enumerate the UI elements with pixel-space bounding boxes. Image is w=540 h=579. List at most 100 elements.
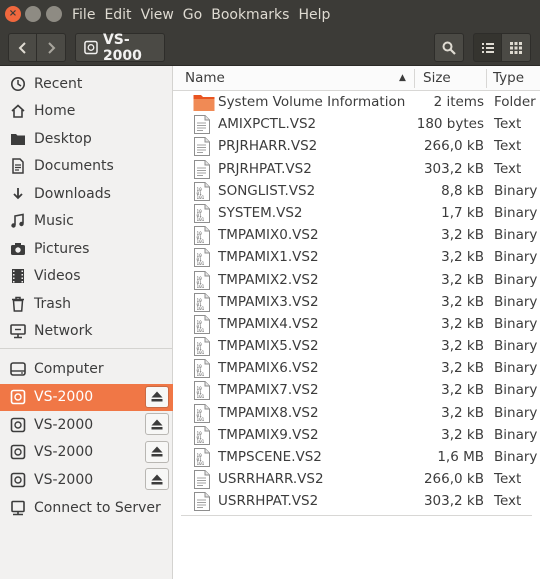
menu-help[interactable]: Help xyxy=(298,7,330,23)
sidebar-item-documents[interactable]: Documents xyxy=(0,153,173,180)
sidebar-item-downloads[interactable]: Downloads xyxy=(0,180,173,207)
sidebar-item-label: Network xyxy=(34,323,93,339)
sidebar-item-network[interactable]: Network xyxy=(0,318,173,345)
file-type: Binary xyxy=(494,382,538,399)
file-size: 1,7 kB xyxy=(441,204,484,221)
list-view-button[interactable] xyxy=(473,33,502,62)
sidebar-item-vs-2000[interactable]: VS-2000 xyxy=(0,466,173,493)
file-row[interactable]: 10 01 101 TMPAMIX9.VS2 3,2 kB Binary xyxy=(181,424,540,446)
column-header-type[interactable]: Type xyxy=(493,66,524,90)
server-icon xyxy=(10,500,26,516)
file-type: Binary xyxy=(494,271,538,288)
sidebar-item-home[interactable]: Home xyxy=(0,98,173,125)
file-type: Binary xyxy=(494,449,538,465)
file-row[interactable]: System Volume Information 2 items Folder xyxy=(181,91,540,113)
path-bar-button[interactable]: VS-2000 xyxy=(75,31,165,64)
menu-view[interactable]: View xyxy=(141,7,174,23)
menu-go[interactable]: Go xyxy=(183,7,202,23)
usb-drive-icon xyxy=(10,472,26,488)
file-type: Binary xyxy=(494,426,538,443)
network-icon xyxy=(10,323,26,339)
eject-button[interactable] xyxy=(145,468,169,490)
file-row[interactable]: PRJRHARR.VS2 266,0 kB Text xyxy=(181,135,540,157)
binary-file-icon: 10 01 101 xyxy=(193,403,211,423)
menu-bookmarks[interactable]: Bookmarks xyxy=(211,7,289,23)
trash-icon xyxy=(10,296,26,312)
close-window-button[interactable]: × xyxy=(5,6,21,22)
file-name: System Volume Information xyxy=(218,94,406,110)
column-divider[interactable] xyxy=(414,69,415,88)
file-row[interactable]: 10 01 101 TMPAMIX0.VS2 3,2 kB Binary xyxy=(181,224,540,246)
eject-button[interactable] xyxy=(145,440,169,463)
file-name: TMPAMIX8.VS2 xyxy=(218,404,319,421)
file-row[interactable]: 10 01 101 TMPAMIX3.VS2 3,2 kB Binary xyxy=(181,291,540,313)
file-row[interactable]: USRRHARR.VS2 266,0 kB Text xyxy=(181,468,540,490)
file-row[interactable]: 10 01 101 TMPAMIX4.VS2 3,2 kB Binary xyxy=(181,313,540,335)
file-size: 3,2 kB xyxy=(441,293,484,310)
file-list-view: Name ▲ Size Type System Volume Informati… xyxy=(173,66,540,579)
file-name: AMIXPCTL.VS2 xyxy=(218,116,317,133)
file-row[interactable]: AMIXPCTL.VS2 180 bytes Text xyxy=(181,113,540,135)
file-row[interactable]: 10 01 101 TMPAMIX8.VS2 3,2 kB Binary xyxy=(181,402,540,424)
eject-button[interactable] xyxy=(145,413,169,435)
file-row[interactable]: 10 01 101 TMPAMIX7.VS2 3,2 kB Binary xyxy=(181,379,540,401)
column-header-size[interactable]: Size xyxy=(423,66,451,90)
file-row[interactable]: 10 01 101 TMPAMIX1.VS2 3,2 kB Binary xyxy=(181,246,540,268)
sidebar-item-videos[interactable]: Videos xyxy=(0,263,173,290)
sidebar-item-recent[interactable]: Recent xyxy=(0,70,173,97)
file-name: TMPAMIX9.VS2 xyxy=(218,426,319,443)
usb-drive-icon xyxy=(10,444,26,460)
column-header-name[interactable]: Name xyxy=(185,66,225,90)
menu-edit[interactable]: Edit xyxy=(104,7,131,23)
file-row[interactable]: PRJRHPAT.VS2 303,2 kB Text xyxy=(181,158,540,180)
sidebar-item-music[interactable]: Music xyxy=(0,208,173,235)
file-name: PRJRHPAT.VS2 xyxy=(218,160,312,177)
file-size: 3,2 kB xyxy=(441,360,484,377)
sidebar-item-vs-2000[interactable]: VS-2000 xyxy=(0,439,173,466)
text-file-icon xyxy=(193,492,211,512)
usb-drive-icon xyxy=(10,417,26,433)
home-icon xyxy=(10,103,26,119)
maximize-window-button[interactable] xyxy=(46,6,62,22)
sidebar-item-connect-to-server[interactable]: Connect to Server xyxy=(0,494,173,521)
file-type: Binary xyxy=(494,293,538,310)
svg-text:101: 101 xyxy=(197,328,205,334)
sidebar-item-label: Desktop xyxy=(34,130,92,147)
file-row[interactable]: 10 01 101 TMPAMIX2.VS2 3,2 kB Binary xyxy=(181,269,540,291)
usb-drive-icon xyxy=(10,389,26,405)
file-size: 3,2 kB xyxy=(441,271,484,288)
grid-view-button[interactable] xyxy=(501,33,531,62)
file-row[interactable]: 10 01 101 TMPSCENE.VS2 1,6 MB Binary xyxy=(181,446,540,468)
sidebar-item-label: Documents xyxy=(34,158,114,174)
back-button[interactable] xyxy=(8,33,37,62)
sidebar-item-label: Home xyxy=(34,103,76,119)
forward-button[interactable] xyxy=(36,33,66,62)
svg-text:101: 101 xyxy=(197,261,205,267)
sidebar-item-vs-2000[interactable]: VS-2000 xyxy=(0,411,173,438)
menu-file[interactable]: File xyxy=(72,7,95,23)
sidebar-item-trash[interactable]: Trash xyxy=(0,290,173,317)
sidebar-item-vs-2000-selected[interactable]: VS-2000 xyxy=(0,383,173,411)
toolbar: VS-2000 xyxy=(0,29,540,66)
file-row[interactable]: 10 01 101 TMPAMIX6.VS2 3,2 kB Binary xyxy=(181,357,540,379)
file-size: 3,2 kB xyxy=(441,227,484,244)
sidebar-item-pictures[interactable]: Pictures xyxy=(0,235,173,262)
sidebar-item-label: VS-2000 xyxy=(34,444,94,460)
file-size: 2 items xyxy=(433,94,484,110)
file-type: Binary xyxy=(494,360,538,377)
binary-file-icon: 10 01 101 xyxy=(193,314,211,334)
file-rows: System Volume Information 2 items Folder AM… xyxy=(181,91,540,513)
file-row[interactable]: 10 01 101 TMPAMIX5.VS2 3,2 kB Binary xyxy=(181,335,540,357)
file-row[interactable]: USRRHPAT.VS2 303,2 kB Text xyxy=(181,490,540,512)
file-row[interactable]: 10 01 101 SONGLIST.VS2 8,8 kB Binary xyxy=(181,180,540,202)
file-row[interactable]: 10 01 101 SYSTEM.VS2 1,7 kB Binary xyxy=(181,202,540,224)
file-size: 3,2 kB xyxy=(441,315,484,332)
minimize-window-button[interactable] xyxy=(25,6,41,22)
column-divider[interactable] xyxy=(486,69,487,88)
binary-file-icon: 10 01 101 xyxy=(193,226,211,246)
eject-button[interactable] xyxy=(145,385,169,408)
path-bar-label: VS-2000 xyxy=(102,31,142,64)
search-button[interactable] xyxy=(434,33,464,62)
sidebar-item-computer[interactable]: Computer xyxy=(0,356,173,383)
sidebar-item-desktop[interactable]: Desktop xyxy=(0,125,173,152)
